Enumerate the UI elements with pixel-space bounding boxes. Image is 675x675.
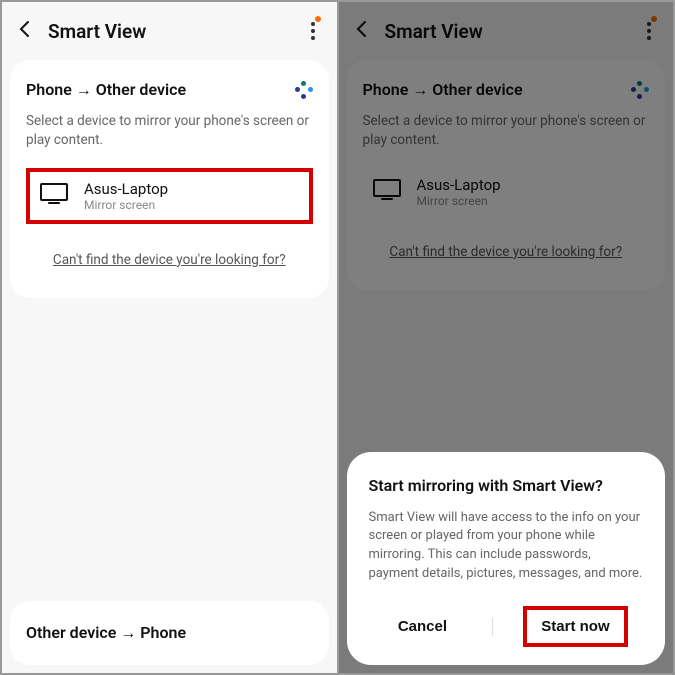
header: Smart View [2,2,337,60]
more-vert-icon [311,22,315,40]
mirror-mode-card: Phone → Other device Select a device to … [347,60,666,290]
dialog-body: Smart View will have access to the info … [369,509,644,584]
mode-row: Phone → Other device [363,80,650,100]
cancel-button[interactable]: Cancel [384,610,461,643]
device-name: Asus-Laptop [417,176,501,194]
help-find-device-link[interactable]: Can't find the device you're looking for… [26,252,313,278]
mode-row: Phone → Other device [26,80,313,100]
dialog-actions: Cancel Start now [369,606,644,647]
tv-icon [40,183,68,209]
more-menu-button[interactable] [639,18,659,44]
mode-subtitle: Select a device to mirror your phone's s… [26,112,313,150]
tv-icon [373,179,401,205]
mode-subtitle: Select a device to mirror your phone's s… [363,112,650,150]
device-item-asus-laptop[interactable]: Asus-Laptop Mirror screen [363,168,650,216]
device-text: Asus-Laptop Mirror screen [84,180,168,212]
more-vert-icon [647,22,651,40]
reverse-mode-title: Other device → Phone [26,623,313,643]
notification-dot-icon [651,16,657,22]
device-sublabel: Mirror screen [84,198,168,212]
content-area: Phone → Other device Select a device to … [2,60,337,298]
mode-title: Phone → Other device [363,80,523,100]
content-area: Phone → Other device Select a device to … [339,60,674,290]
options-diamond-icon[interactable] [295,81,313,99]
device-name: Asus-Laptop [84,180,168,198]
notification-dot-icon [315,16,321,22]
device-text: Asus-Laptop Mirror screen [417,176,501,208]
screen-right: Smart View Phone → Other device Select a… [339,2,674,673]
start-now-button[interactable]: Start now [523,606,627,647]
start-mirroring-dialog: Start mirroring with Smart View? Smart V… [347,452,666,665]
screen-left: Smart View Phone → Other device Select a… [2,2,337,673]
page-title: Smart View [385,20,483,43]
more-menu-button[interactable] [303,18,323,44]
reverse-mode-card[interactable]: Other device → Phone [10,601,329,665]
back-icon[interactable] [353,19,371,44]
device-sublabel: Mirror screen [417,194,501,208]
divider [492,618,493,636]
dialog-title: Start mirroring with Smart View? [369,476,644,495]
options-diamond-icon[interactable] [631,81,649,99]
device-item-asus-laptop[interactable]: Asus-Laptop Mirror screen [26,168,313,224]
help-find-device-link[interactable]: Can't find the device you're looking for… [363,244,650,270]
header: Smart View [339,2,674,60]
page-title: Smart View [48,20,146,43]
mirror-mode-card: Phone → Other device Select a device to … [10,60,329,298]
back-icon[interactable] [16,19,34,44]
mode-title: Phone → Other device [26,80,186,100]
